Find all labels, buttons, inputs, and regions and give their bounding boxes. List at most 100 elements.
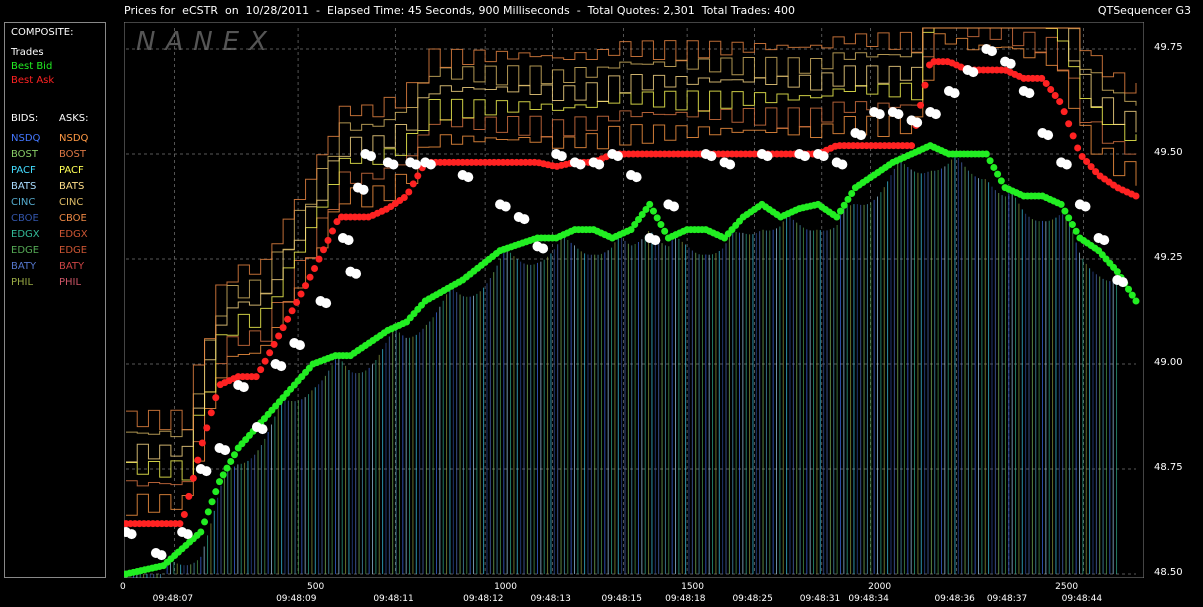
trade-point [874,109,885,120]
best-bid-point [201,518,209,526]
trade-point [799,151,810,162]
chart-svg: NANEX [124,22,1144,578]
best-bid-point [1068,221,1076,229]
best-bid-point [1128,291,1136,299]
x-tick-label: 500 [307,582,325,592]
trade-point [1005,58,1016,69]
best-ask-point [1065,120,1073,128]
best-ask-point [917,101,925,109]
best-bid-point [653,214,661,222]
trade-point [1117,277,1128,288]
best-bid-point [990,163,998,171]
best-ask-point [320,246,328,254]
best-ask-point [1047,85,1055,93]
trade-point [986,46,997,57]
legend-bid-cboe: CBOE [11,213,39,224]
best-ask-point [266,349,274,357]
best-bid-point [1072,227,1080,235]
trade-point [321,298,332,309]
best-bid-point [848,189,856,197]
best-ask-point [297,290,305,298]
best-ask-point [311,264,319,272]
best-ask-point [921,81,929,89]
legend-ask-phil: PHIL [59,277,82,288]
best-ask-point [409,180,417,188]
trade-point [1061,159,1072,170]
best-bid-point [208,498,216,506]
trade-point [366,151,377,162]
best-ask-point [180,511,188,519]
best-ask-point [405,188,413,196]
best-bid-point [646,200,654,208]
trade-point [1080,201,1091,212]
best-bid-point [661,227,669,235]
best-ask-point [1069,132,1077,140]
best-bid-point [197,528,205,536]
time-label: 09:48:09 [276,594,317,604]
time-label: 09:48:18 [665,594,706,604]
trade-point [912,117,923,128]
legend-ask-bats: BATS [59,181,85,192]
trade-point [818,151,829,162]
x-tick-label: 1000 [494,582,517,592]
best-ask-point [315,255,323,263]
trade-point [220,445,231,456]
best-bid-point [1061,207,1069,215]
trade-point [519,214,530,225]
trade-point [538,243,549,254]
chart-title: Prices for eCSTR on 10/28/2011 - Elapsed… [124,4,795,17]
time-label: 09:48:36 [934,594,975,604]
legend-best-bid: Best Bid [11,61,53,72]
time-label: 09:48:11 [373,594,414,604]
x-tick-label: 2500 [1055,582,1079,592]
trade-point [612,151,623,162]
x-tick-label: 1500 [681,582,705,592]
legend-bid-baty: BATY [11,261,37,272]
legend-panel: COMPOSITE: Trades Best Bid Best Ask BIDS… [4,22,106,578]
legend-best-ask: Best Ask [11,75,55,86]
trade-point [156,550,167,561]
y-tick-label: 49.75 [1154,42,1183,53]
best-bid-point [1132,297,1140,305]
best-ask-point [212,394,220,402]
legend-ask-edgx: EDGX [59,229,88,240]
time-label: 09:48:07 [152,594,194,604]
y-tick-label: 48.75 [1154,462,1183,473]
best-ask-point [1132,192,1140,200]
trade-point [594,159,605,170]
best-ask-point [189,474,197,482]
time-label: 09:48:13 [530,594,571,604]
y-tick-label: 49.25 [1154,252,1183,263]
best-ask-point [1060,108,1068,116]
asks-heading: ASKS: [59,113,89,124]
best-ask-point [302,282,310,290]
legend-bid-bost: BOST [11,149,39,160]
best-ask-point [1042,79,1050,87]
trade-point [238,382,249,393]
trade-point [257,424,268,435]
best-ask-point [293,298,301,306]
trade-point [1024,88,1035,99]
legend-ask-bost: BOST [59,149,87,160]
best-ask-point [185,492,193,500]
legend-bid-nsdq: NSDQ [11,133,41,144]
best-ask-point [306,273,314,281]
trade-point [343,235,354,246]
best-bid-point [844,195,852,203]
legend-trades: Trades [11,47,44,58]
best-bid-point [994,170,1002,178]
legend-ask-nsdq: NSDQ [59,133,89,144]
best-ask-point [198,439,206,447]
best-ask-point [414,172,422,180]
trade-point [182,529,193,540]
trade-point [930,109,941,120]
best-ask-point [270,340,278,348]
time-label: 09:48:37 [986,594,1028,604]
trade-point [410,159,421,170]
x-tick-label: 0 [120,582,126,592]
legend-ask-baty: BATY [59,261,85,272]
trade-point [126,529,137,540]
trade-point [762,151,773,162]
legend-ask-pacf: PACF [59,165,84,176]
best-bid-point [833,213,841,221]
